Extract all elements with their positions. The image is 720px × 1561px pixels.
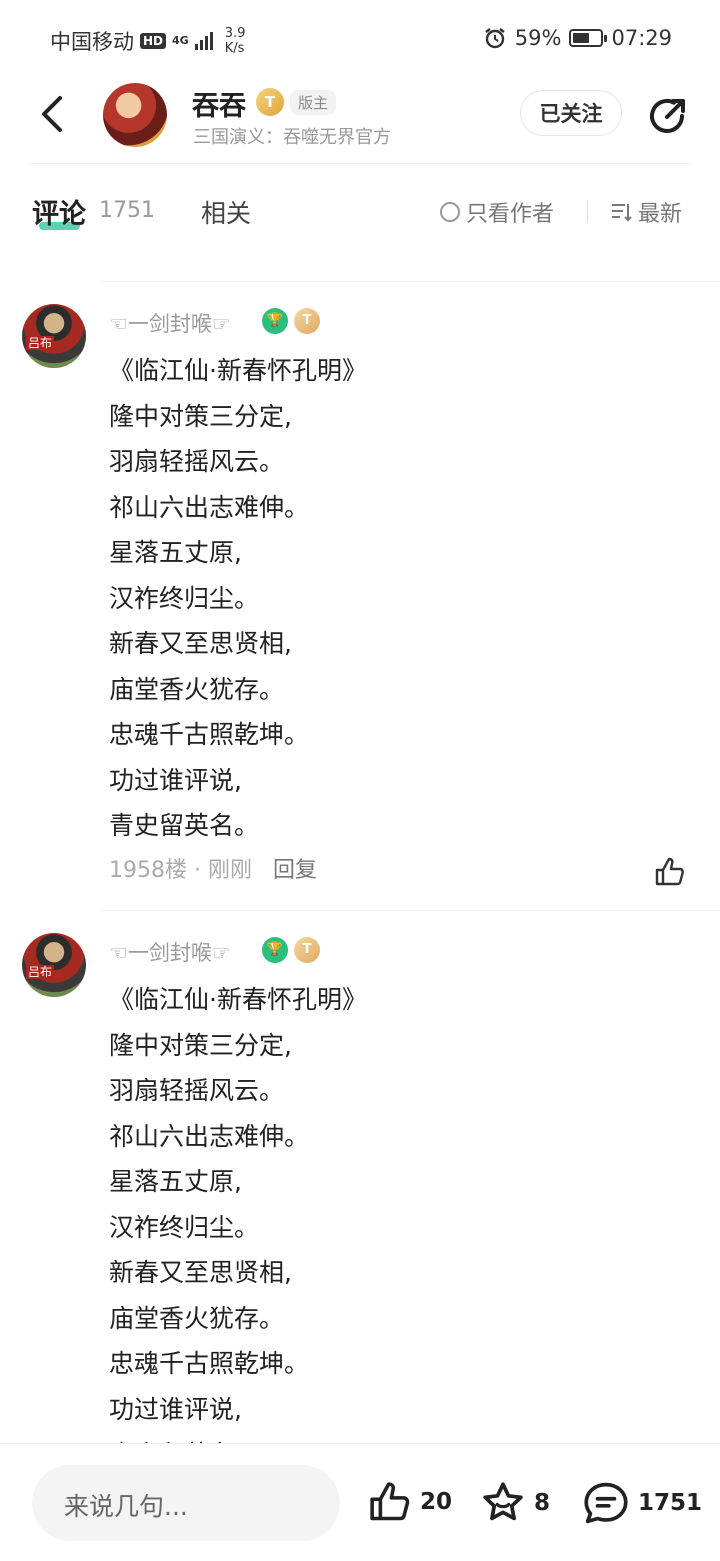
star-icon	[483, 1482, 523, 1521]
commenter-avatar[interactable]: 吕布	[22, 933, 86, 997]
favorite-count: 8	[534, 1490, 551, 1516]
follow-button[interactable]: 已关注	[520, 90, 622, 136]
author-only-label: 只看作者	[466, 202, 555, 227]
comment-line: 汉祚终归尘。	[109, 1212, 260, 1242]
trophy-badge-icon: 🏆	[262, 937, 288, 963]
author-only-toggle[interactable]: 只看作者	[440, 196, 554, 228]
signal-icon	[194, 32, 213, 50]
comment-total: 1751	[638, 1490, 703, 1516]
author-subtitle: 三国演义：吞噬无界官方	[193, 127, 391, 148]
reply-button[interactable]: 回复	[273, 858, 317, 883]
level-badge: T	[294, 937, 320, 963]
hd-icon: HD	[140, 33, 167, 49]
comment-icon	[584, 1482, 628, 1524]
comment-count: 1751	[99, 198, 155, 223]
comment-line: 《临江仙·新春怀孔明》	[109, 985, 367, 1014]
thumbs-up-icon	[370, 1482, 410, 1521]
floor-number: 1958楼	[109, 858, 187, 883]
tab-related[interactable]: 相关	[201, 194, 251, 230]
comment-line: 羽扇轻摇风云。	[109, 1076, 285, 1105]
header-divider	[30, 163, 690, 164]
sort-toggle[interactable]: 最新	[610, 196, 682, 228]
comment-line: 隆中对策三分定,	[109, 401, 292, 431]
back-icon[interactable]	[34, 94, 74, 134]
comment-input-placeholder: 来说几句...	[64, 1492, 188, 1521]
favorite-button[interactable]: 8	[480, 1480, 550, 1526]
battery-icon	[569, 29, 608, 47]
comment-line: 星落五丈原,	[109, 1167, 242, 1196]
sort-icon	[612, 204, 632, 222]
share-icon[interactable]	[646, 94, 690, 138]
thumbs-up-icon[interactable]	[654, 856, 686, 888]
speed-unit: K/s	[224, 41, 245, 56]
tab-separator	[587, 200, 588, 222]
author-level-badge: T	[256, 88, 284, 116]
comment-line: 青史留英名。	[109, 811, 260, 840]
comment-line: 新春又至思贤相,	[109, 1258, 292, 1287]
status-bar: 中国移动 HD 4G 3.9 K/s 59% 07:29	[0, 0, 720, 80]
alarm-icon	[485, 28, 505, 49]
comment-line: 祁山六出志难伸。	[109, 492, 310, 522]
comment-line: 祁山六出志难伸。	[109, 1121, 310, 1151]
comment-line: 星落五丈原,	[109, 538, 242, 567]
meta-dot: ·	[194, 858, 208, 883]
battery-percent: 59%	[514, 26, 562, 50]
battery-fill	[573, 33, 589, 43]
commenter-name[interactable]: ☜一剑封喉☞	[109, 937, 231, 967]
clock: 07:29	[611, 26, 672, 50]
level-badge: T	[294, 308, 320, 334]
comment-line: 隆中对策三分定,	[109, 1030, 292, 1060]
author-avatar[interactable]	[103, 83, 167, 147]
comment-body: 《临江仙·新春怀孔明》 隆中对策三分定, 羽扇轻摇风云。 祁山六出志难伸。 星落…	[109, 977, 367, 1478]
like-button[interactable]: 20	[368, 1480, 452, 1524]
tab-comments[interactable]: 评论	[32, 192, 86, 231]
speed-value: 3.9	[224, 26, 246, 41]
comment-line: 《临江仙·新春怀孔明》	[109, 356, 367, 385]
comment-line: 汉祚终归尘。	[109, 583, 260, 613]
sort-label: 最新	[638, 202, 683, 227]
comment-meta: 1958楼 · 刚刚 回复	[109, 852, 317, 884]
commenter-avatar[interactable]: 吕布	[22, 304, 86, 368]
list-divider	[102, 281, 720, 282]
comment-body: 《临江仙·新春怀孔明》 隆中对策三分定, 羽扇轻摇风云。 祁山六出志难伸。 星落…	[109, 348, 367, 849]
comment-line: 功过谁评说,	[109, 765, 242, 795]
moderator-badge: 版主	[290, 90, 337, 115]
bottom-action-bar: 来说几句... 20 8 1751	[0, 1443, 720, 1561]
avatar-tag: 吕布	[26, 336, 55, 350]
comment-line: 庙堂香火犹存。	[109, 1303, 285, 1333]
carrier-label: 中国移动	[50, 30, 134, 54]
radio-icon	[440, 202, 460, 222]
comment-line: 忠魂千古照乾坤。	[109, 720, 310, 749]
network-speed: 3.9 K/s	[225, 26, 246, 56]
commenter-name[interactable]: ☜一剑封喉☞	[109, 308, 231, 338]
comment-line: 功过谁评说,	[109, 1394, 242, 1424]
comment-line: 新春又至思贤相,	[109, 629, 292, 658]
avatar-tag: 吕布	[26, 965, 55, 979]
comment-line: 忠魂千古照乾坤。	[109, 1349, 310, 1378]
comment-line: 羽扇轻摇风云。	[109, 447, 285, 476]
comment-line: 庙堂香火犹存。	[109, 674, 285, 704]
author-name[interactable]: 吞吞	[192, 84, 246, 123]
comments-button[interactable]: 1751	[582, 1480, 702, 1526]
comment-time: 刚刚	[208, 858, 253, 883]
comment-tabs: 评论 1751 相关 只看作者 最新	[0, 186, 720, 242]
trophy-badge-icon: 🏆	[262, 308, 288, 334]
network-type: 4G	[172, 34, 189, 47]
comment-divider	[102, 910, 720, 911]
like-count: 20	[420, 1489, 453, 1515]
comment-input[interactable]: 来说几句...	[32, 1465, 340, 1541]
post-header: 吞吞 T 版主 三国演义：吞噬无界官方 已关注	[0, 80, 720, 164]
